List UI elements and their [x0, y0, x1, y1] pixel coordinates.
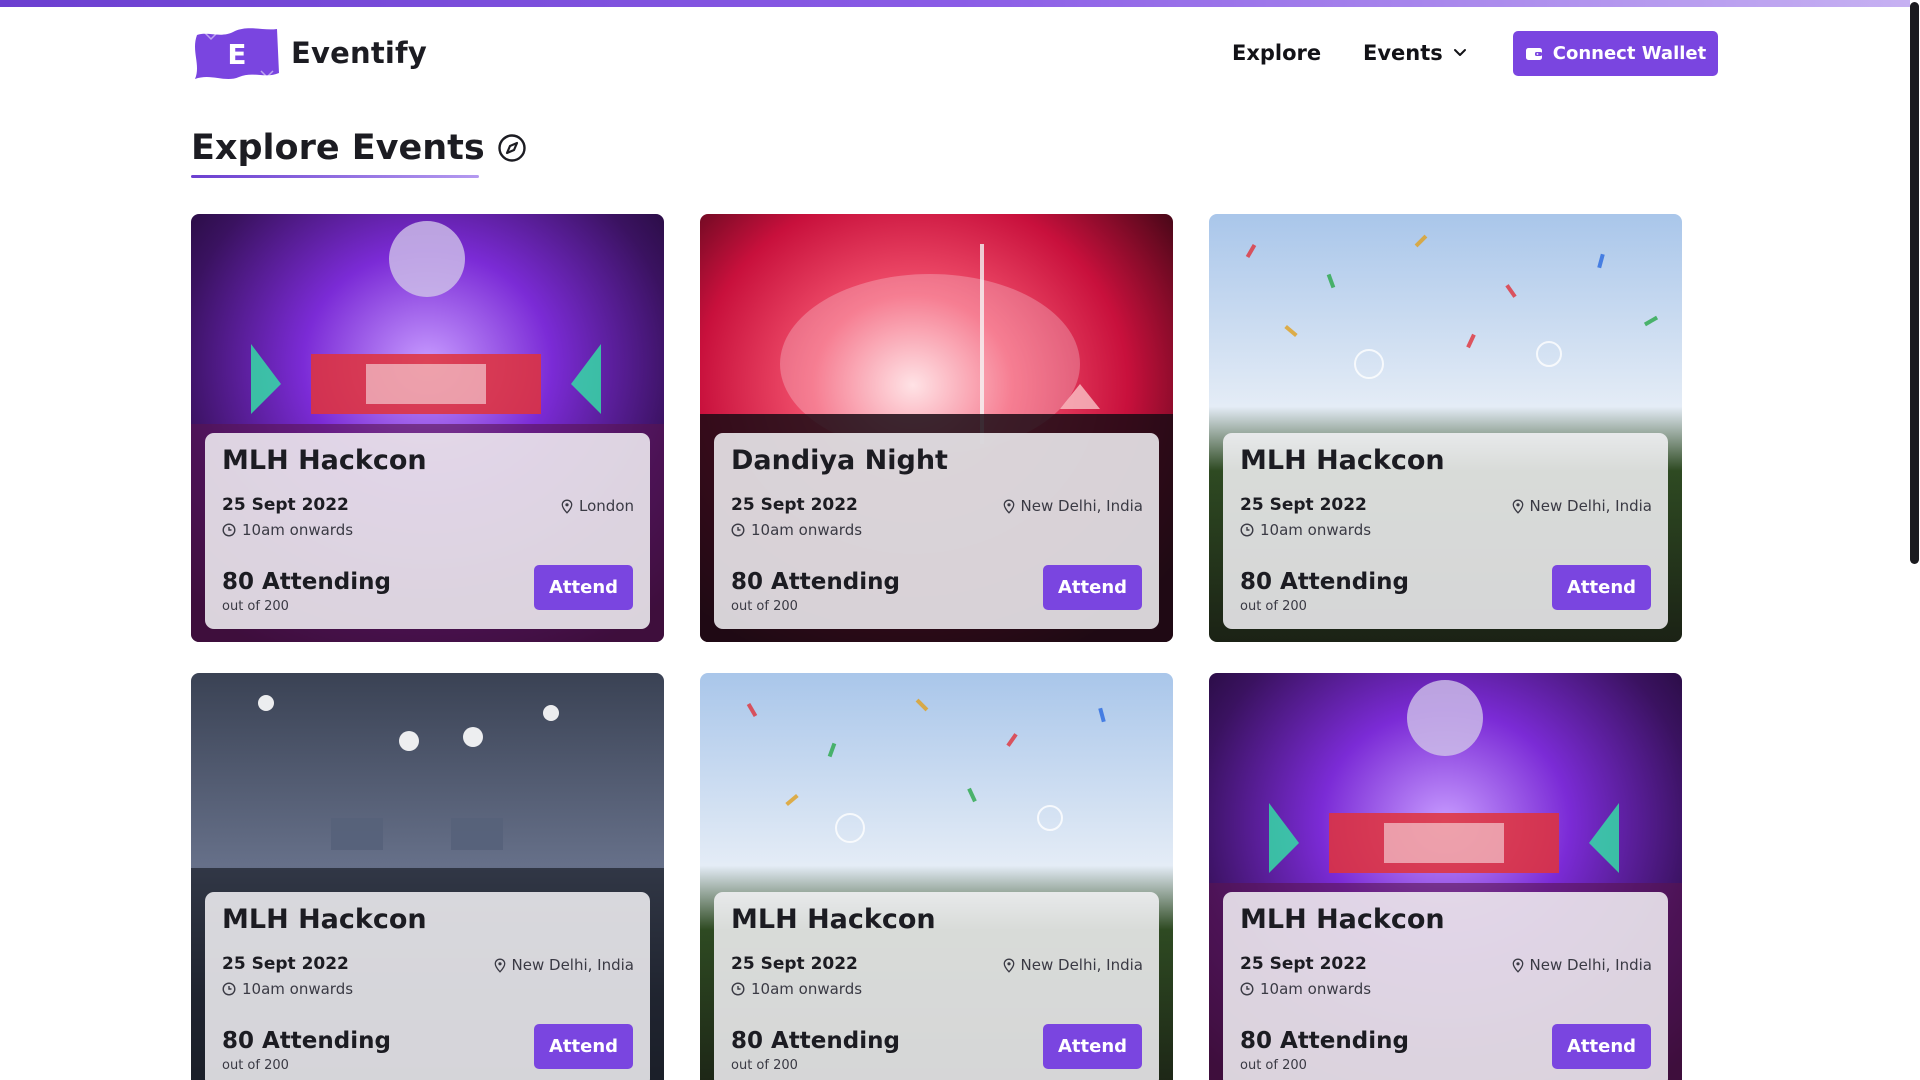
- map-pin-icon: [1512, 499, 1523, 514]
- event-date: 25 Sept 2022: [731, 495, 858, 515]
- map-pin-icon: [494, 958, 505, 973]
- event-date: 25 Sept 2022: [222, 495, 349, 515]
- event-location-text: New Delhi, India: [1020, 956, 1143, 974]
- event-card[interactable]: MLH Hackcon 25 Sept 2022 10am onwards Ne…: [1209, 214, 1682, 642]
- map-pin-icon: [1512, 958, 1523, 973]
- clock-icon: [222, 523, 236, 537]
- attend-button[interactable]: Attend: [1043, 1024, 1142, 1069]
- event-location-text: London: [579, 497, 634, 515]
- event-date: 25 Sept 2022: [731, 954, 858, 974]
- event-title: MLH Hackcon: [222, 445, 427, 476]
- attendee-capacity: out of 200: [731, 599, 798, 614]
- connect-wallet-label: Connect Wallet: [1552, 43, 1707, 64]
- event-title: MLH Hackcon: [1240, 445, 1445, 476]
- event-info-panel: MLH Hackcon 25 Sept 2022 10am onwards Ne…: [205, 892, 650, 1080]
- event-date: 25 Sept 2022: [1240, 495, 1367, 515]
- brand-name: Eventify: [291, 36, 427, 70]
- connect-wallet-button[interactable]: Connect Wallet: [1513, 31, 1718, 76]
- clock-icon: [1240, 523, 1254, 537]
- nav-explore-link[interactable]: Explore: [1232, 41, 1321, 65]
- chevron-down-icon: [1453, 49, 1466, 56]
- attendee-capacity: out of 200: [731, 1058, 798, 1073]
- attendee-count: 80 Attending: [1240, 1028, 1409, 1054]
- event-card[interactable]: Dandiya Night 25 Sept 2022 10am onwards …: [700, 214, 1173, 642]
- map-pin-icon: [1003, 499, 1014, 514]
- event-title: Dandiya Night: [731, 445, 948, 476]
- event-time-text: 10am onwards: [751, 980, 863, 998]
- event-location: New Delhi, India: [1512, 956, 1652, 974]
- event-time-text: 10am onwards: [751, 521, 863, 539]
- nav-events-dropdown[interactable]: Events: [1363, 41, 1467, 65]
- event-location-text: New Delhi, India: [1020, 497, 1143, 515]
- event-location: New Delhi, India: [1512, 497, 1652, 515]
- attendee-count: 80 Attending: [731, 1028, 900, 1054]
- event-info-panel: MLH Hackcon 25 Sept 2022 10am onwards Ne…: [1223, 433, 1668, 629]
- event-time: 10am onwards: [731, 521, 862, 539]
- compass-icon: [498, 134, 526, 162]
- event-title: MLH Hackcon: [1240, 904, 1445, 935]
- scrollbar-thumb[interactable]: [1910, 2, 1919, 564]
- attend-button[interactable]: Attend: [1552, 1024, 1651, 1069]
- page-title: Explore Events: [191, 128, 527, 168]
- event-info-panel: MLH Hackcon 25 Sept 2022 10am onwards Lo…: [205, 433, 650, 629]
- ticket-logo-icon: E: [195, 28, 279, 80]
- attendee-count: 80 Attending: [1240, 569, 1409, 595]
- clock-icon: [731, 523, 745, 537]
- attend-button[interactable]: Attend: [534, 1024, 633, 1069]
- attendee-count: 80 Attending: [731, 569, 900, 595]
- attendee-capacity: out of 200: [222, 599, 289, 614]
- attend-button[interactable]: Attend: [534, 565, 633, 610]
- event-info-panel: MLH Hackcon 25 Sept 2022 10am onwards Ne…: [714, 892, 1159, 1080]
- clock-icon: [222, 982, 236, 996]
- clock-icon: [731, 982, 745, 996]
- attendee-count: 80 Attending: [222, 569, 391, 595]
- event-location: New Delhi, India: [494, 956, 634, 974]
- event-date: 25 Sept 2022: [1240, 954, 1367, 974]
- event-info-panel: MLH Hackcon 25 Sept 2022 10am onwards Ne…: [1223, 892, 1668, 1080]
- site-header: E Eventify Explore Events Connect Wallet: [0, 7, 1908, 97]
- event-info-panel: Dandiya Night 25 Sept 2022 10am onwards …: [714, 433, 1159, 629]
- event-card[interactable]: MLH Hackcon 25 Sept 2022 10am onwards Ne…: [1209, 673, 1682, 1080]
- page-scrollbar[interactable]: [1910, 0, 1920, 1080]
- event-location-text: New Delhi, India: [1529, 497, 1652, 515]
- nav-events-label: Events: [1363, 41, 1443, 65]
- event-location-text: New Delhi, India: [1529, 956, 1652, 974]
- event-time: 10am onwards: [1240, 521, 1371, 539]
- event-location: New Delhi, India: [1003, 956, 1143, 974]
- event-time-text: 10am onwards: [242, 521, 354, 539]
- clock-icon: [1240, 982, 1254, 996]
- event-time: 10am onwards: [1240, 980, 1371, 998]
- event-location: London: [561, 497, 634, 515]
- title-underline: [191, 175, 479, 178]
- event-card[interactable]: MLH Hackcon 25 Sept 2022 10am onwards Lo…: [191, 214, 664, 642]
- event-time-text: 10am onwards: [1260, 980, 1372, 998]
- event-location: New Delhi, India: [1003, 497, 1143, 515]
- attendee-capacity: out of 200: [222, 1058, 289, 1073]
- attendee-count: 80 Attending: [222, 1028, 391, 1054]
- map-pin-icon: [1003, 958, 1014, 973]
- event-time: 10am onwards: [222, 521, 353, 539]
- event-time: 10am onwards: [222, 980, 353, 998]
- top-accent-bar: [0, 0, 1920, 7]
- event-date: 25 Sept 2022: [222, 954, 349, 974]
- event-time-text: 10am onwards: [1260, 521, 1372, 539]
- page-title-text: Explore Events: [191, 128, 485, 168]
- event-card[interactable]: MLH Hackcon 25 Sept 2022 10am onwards Ne…: [191, 673, 664, 1080]
- event-location-text: New Delhi, India: [511, 956, 634, 974]
- event-title: MLH Hackcon: [731, 904, 936, 935]
- wallet-icon: [1525, 47, 1542, 60]
- map-pin-icon: [561, 499, 573, 514]
- event-card[interactable]: MLH Hackcon 25 Sept 2022 10am onwards Ne…: [700, 673, 1173, 1080]
- attend-button[interactable]: Attend: [1552, 565, 1651, 610]
- attend-button[interactable]: Attend: [1043, 565, 1142, 610]
- logo-letter: E: [227, 38, 246, 71]
- event-time-text: 10am onwards: [242, 980, 354, 998]
- event-title: MLH Hackcon: [222, 904, 427, 935]
- attendee-capacity: out of 200: [1240, 599, 1307, 614]
- event-time: 10am onwards: [731, 980, 862, 998]
- attendee-capacity: out of 200: [1240, 1058, 1307, 1073]
- brand-logo[interactable]: E Eventify: [191, 25, 427, 81]
